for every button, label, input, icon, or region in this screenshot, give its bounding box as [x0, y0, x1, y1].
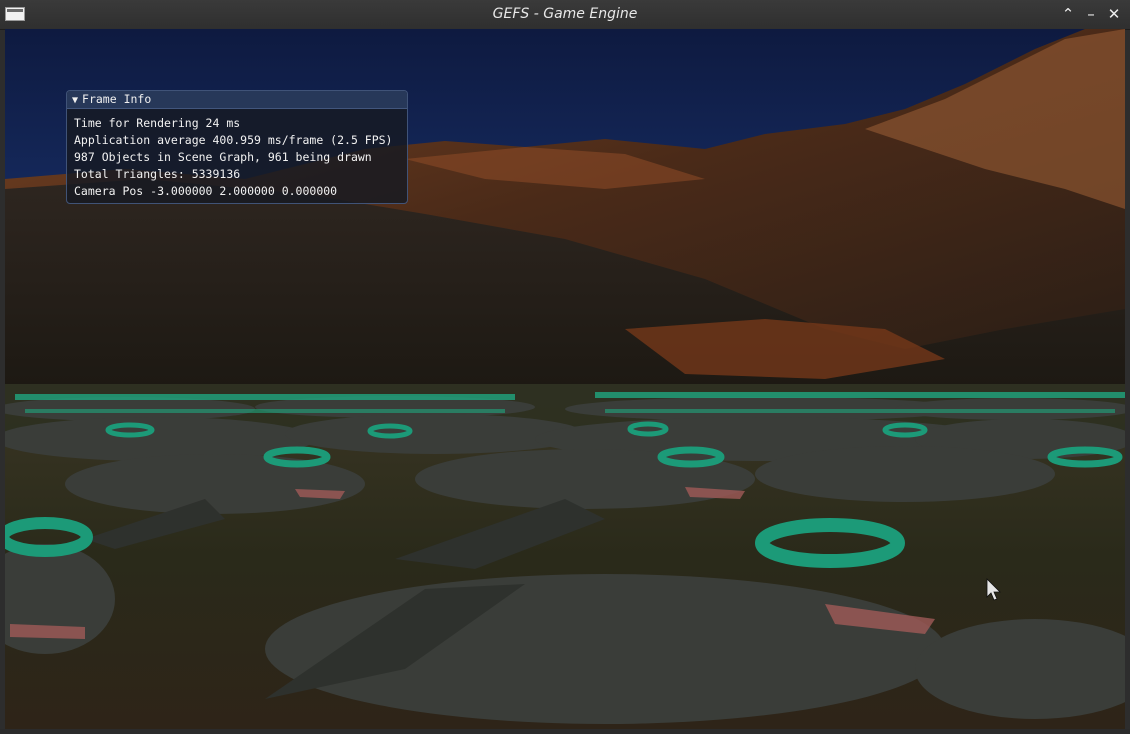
frame-info-title: Frame Info — [82, 92, 152, 106]
frame-info-header[interactable]: ▼ Frame Info — [67, 91, 407, 109]
app-window: GEFS - Game Engine ⌃ – ✕ ▼ Frame Info Ti… — [0, 0, 1130, 734]
title-bar[interactable]: GEFS - Game Engine ⌃ – ✕ — [0, 0, 1130, 30]
window-title: GEFS - Game Engine — [492, 6, 638, 22]
render-time-text: Time for Rendering 24 ms — [74, 116, 241, 130]
frame-info-panel[interactable]: ▼ Frame Info Time for Rendering 24 ms App… — [66, 90, 408, 204]
camera-pos-text: Camera Pos -3.000000 2.000000 0.000000 — [74, 184, 338, 198]
close-button[interactable]: ✕ — [1104, 4, 1124, 24]
shade-icon[interactable]: ⌃ — [1058, 4, 1078, 24]
app-average-text: Application average 400.959 ms/frame (2.… — [74, 133, 393, 147]
minimize-button[interactable]: – — [1081, 4, 1101, 24]
frame-info-body: Time for Rendering 24 ms Application ave… — [67, 109, 407, 200]
window-bottom-border[interactable] — [0, 729, 1130, 734]
object-count-text: 987 Objects in Scene Graph, 961 being dr… — [74, 150, 372, 164]
collapse-triangle-icon[interactable]: ▼ — [72, 95, 78, 106]
triangle-count-text: Total Triangles: 5339136 — [74, 167, 241, 181]
render-viewport[interactable]: ▼ Frame Info Time for Rendering 24 ms App… — [5, 29, 1125, 729]
